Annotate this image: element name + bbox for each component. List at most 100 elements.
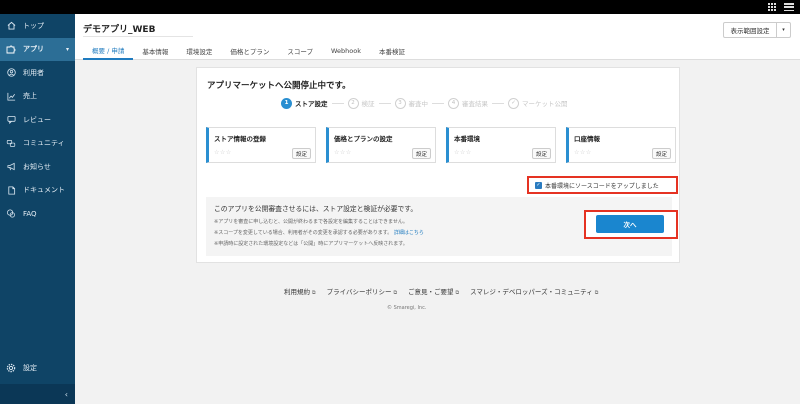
footer-link-community[interactable]: スマレジ・デベロッパーズ・コミュニティ ⧉	[470, 286, 598, 296]
sidebar-item-review[interactable]: レビュー	[0, 108, 75, 132]
source-uploaded-checkbox[interactable]: ✓	[535, 181, 542, 189]
tab-production-test[interactable]: 本番検証	[370, 42, 414, 60]
app-title: デモアプリ_WEB	[83, 25, 156, 35]
sidebar-item-label: お知らせ	[23, 162, 51, 171]
details-link[interactable]: 詳細はこちら	[394, 230, 424, 236]
sidebar-item-label: 利用者	[23, 68, 44, 77]
sidebar-item-top[interactable]: トップ	[0, 14, 75, 38]
next-button[interactable]: 次へ	[596, 215, 664, 233]
sidebar-item-label: FAQ	[23, 209, 37, 218]
source-uploaded-checkbox-row[interactable]: ✓ 本番環境にソースコードをアップしました	[527, 176, 678, 194]
sidebar-item-faq[interactable]: FAQ	[0, 202, 75, 226]
sidebar-item-news[interactable]: お知らせ	[0, 155, 75, 179]
user-icon	[6, 68, 16, 78]
star-rating-icon: ☆☆☆	[214, 149, 232, 156]
box-title: 口座情報	[574, 135, 600, 143]
external-link-icon: ⧉	[455, 290, 460, 296]
settings-boxes: ストア情報の登録 ☆☆☆ 設定 価格とプランの設定 ☆☆☆ 設定 本番環境 ☆☆…	[206, 127, 676, 163]
step-connector	[492, 102, 504, 104]
footer-link-terms[interactable]: 利用規約 ⧉	[284, 286, 316, 296]
tab-environment[interactable]: 環境設定	[177, 42, 221, 60]
account-info-box: 口座情報 ☆☆☆ 設定	[566, 127, 676, 163]
sidebar-item-sales[interactable]: 売上	[0, 85, 75, 109]
step-label: ストア設定	[295, 100, 328, 108]
step-review-result: 4 審査結果	[448, 97, 488, 109]
store-info-box: ストア情報の登録 ☆☆☆ 設定	[206, 127, 316, 163]
external-link-icon: ⧉	[594, 290, 599, 296]
sidebar-item-app[interactable]: アプリ ▾	[0, 37, 75, 61]
chevron-down-icon: ▾	[65, 45, 69, 53]
step-under-review: 3 審査中	[394, 97, 429, 109]
step-connector	[432, 102, 444, 104]
link-label: 利用規約	[284, 288, 310, 296]
top-bar	[0, 0, 800, 14]
footer-link-feedback[interactable]: ご意見・ご要望 ⧉	[408, 286, 459, 296]
step-market-publish: ✓ マーケット公開	[508, 97, 568, 109]
sidebar-item-settings[interactable]: 設定	[0, 356, 75, 380]
step-connector	[378, 102, 391, 104]
link-label: スマレジ・デベロッパーズ・コミュニティ	[470, 288, 593, 296]
step-label: 検証	[361, 100, 375, 108]
sidebar-item-label: 設定	[23, 363, 37, 372]
link-label: プライバシーポリシー	[326, 288, 392, 296]
sidebar-collapse-button[interactable]: ‹	[0, 384, 75, 404]
tab-bar: 概要 / 申請 基本情報 環境設定 価格とプラン スコープ Webhook 本番…	[83, 42, 414, 60]
box-title: 本番環境	[454, 135, 480, 143]
step-number: 2	[347, 97, 359, 109]
external-link-icon: ⧉	[393, 290, 398, 296]
box-title: ストア情報の登録	[214, 135, 266, 143]
account-settings-button[interactable]: 設定	[652, 148, 671, 159]
info-note-text: ※スコープを変更している場合、利用者がその変更を承認する必要があります。	[214, 230, 393, 236]
title-underline	[83, 36, 193, 37]
gear-icon	[6, 363, 16, 373]
sidebar-item-label: 売上	[23, 92, 37, 101]
chevron-down-icon[interactable]: ▾	[777, 23, 790, 37]
footer-link-privacy[interactable]: プライバシーポリシー ⧉	[327, 286, 397, 296]
puzzle-icon	[6, 44, 16, 54]
community-icon	[6, 138, 16, 148]
external-link-icon: ⧉	[312, 290, 316, 296]
star-rating-icon: ☆☆☆	[574, 149, 592, 156]
sidebar: トップ アプリ ▾ 利用者 売上 レビュー コミュニティ お知らせ ドキュメント…	[0, 14, 75, 404]
step-number: 4	[448, 97, 459, 109]
step-label: マーケット公開	[522, 100, 568, 108]
store-info-settings-button[interactable]: 設定	[292, 148, 311, 159]
document-icon	[6, 185, 16, 195]
pricing-plan-box: 価格とプランの設定 ☆☆☆ 設定	[326, 127, 436, 163]
pricing-settings-button[interactable]: 設定	[412, 148, 431, 159]
star-rating-icon: ☆☆☆	[454, 149, 472, 156]
faq-icon	[6, 209, 16, 219]
sidebar-item-community[interactable]: コミュニティ	[0, 132, 75, 156]
tab-overview[interactable]: 概要 / 申請	[83, 42, 134, 60]
sidebar-item-users[interactable]: 利用者	[0, 61, 75, 85]
step-verification: 2 検証	[347, 97, 375, 109]
tab-scope[interactable]: スコープ	[278, 42, 322, 60]
box-title: 価格とプランの設定	[334, 135, 393, 143]
info-main-text: このアプリを公開審査させるには、ストア設定と検証が必要です。	[214, 205, 418, 213]
sidebar-item-label: アプリ	[23, 45, 44, 54]
footer-links: 利用規約 ⧉ プライバシーポリシー ⧉ ご意見・ご要望 ⧉ スマレジ・デベロッパーズ・…	[284, 286, 598, 296]
step-connector	[331, 102, 344, 104]
tab-webhook[interactable]: Webhook	[322, 42, 370, 60]
sidebar-item-label: ドキュメント	[23, 186, 65, 195]
step-label: 審査中	[408, 100, 429, 108]
sidebar-item-docs[interactable]: ドキュメント	[0, 179, 75, 203]
production-settings-button[interactable]: 設定	[532, 148, 551, 159]
checkbox-label: 本番環境にソースコードをアップしました	[545, 182, 659, 190]
step-store-settings: 1 ストア設定	[281, 97, 328, 109]
info-note: ※アプリを審査に申し込むと、公開が終わるまで各設定を編集することはできません。	[214, 219, 408, 225]
page-header: デモアプリ_WEB 表示範囲設定 ▾ 概要 / 申請 基本情報 環境設定 価格と…	[75, 14, 800, 60]
tab-pricing[interactable]: 価格とプラン	[221, 42, 278, 60]
info-note: ※申請時に設定された環境設定などは「公開」時にアプリマーケットへ反映されます。	[214, 241, 408, 247]
star-rating-icon: ☆☆☆	[334, 149, 352, 156]
display-range-button[interactable]: 表示範囲設定 ▾	[723, 22, 791, 38]
info-note-scope: ※スコープを変更している場合、利用者がその変更を承認する必要があります。 詳細は…	[214, 229, 424, 236]
chevron-left-icon: ‹	[64, 389, 68, 399]
tab-basic-info[interactable]: 基本情報	[133, 42, 177, 60]
hamburger-menu-icon[interactable]	[784, 3, 794, 12]
app-grid-icon[interactable]	[768, 3, 776, 11]
sidebar-item-label: トップ	[23, 21, 44, 30]
card-title: アプリマーケットへ公開停止中です。	[207, 81, 351, 91]
sidebar-item-label: コミュニティ	[23, 139, 65, 148]
sidebar-item-label: レビュー	[23, 115, 51, 124]
